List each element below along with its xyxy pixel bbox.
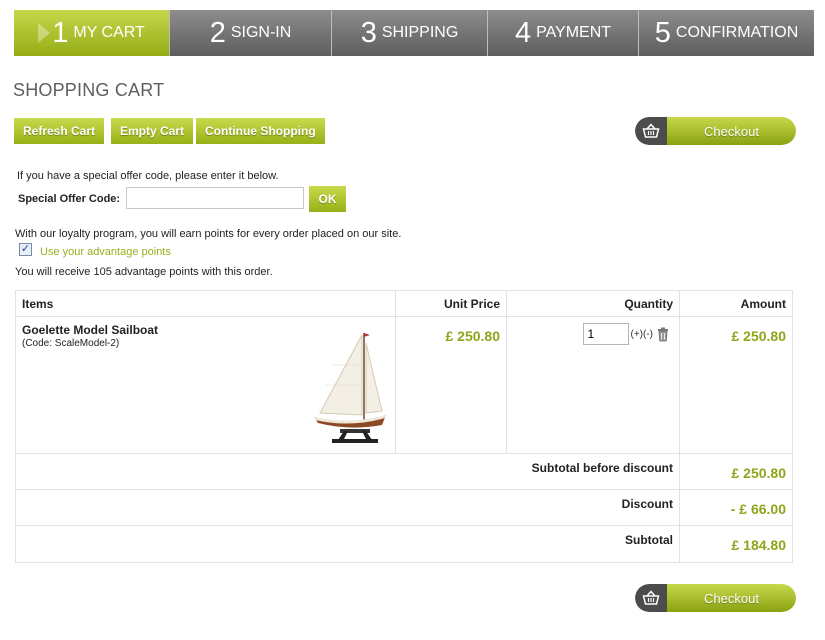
- summary-value: £ 250.80: [731, 465, 787, 481]
- step-number: 1: [52, 16, 69, 49]
- trash-icon[interactable]: [657, 327, 669, 342]
- offer-code-label: Special Offer Code:: [18, 193, 121, 205]
- table-header: Items Unit Price Quantity Amount: [16, 291, 792, 317]
- offer-code-input[interactable]: [126, 187, 304, 209]
- summary-row: Discount - £ 66.00: [16, 490, 792, 526]
- step-sign-in[interactable]: 2 SIGN-IN: [170, 10, 332, 56]
- header-quantity: Quantity: [507, 291, 680, 316]
- points-info: You will receive 105 advantage points wi…: [15, 266, 273, 278]
- checkout-label: Checkout: [667, 117, 796, 145]
- step-label: SHIPPING: [381, 24, 459, 41]
- advantage-points-label[interactable]: Use your advantage points: [40, 246, 171, 258]
- refresh-cart-button[interactable]: Refresh Cart: [14, 118, 105, 144]
- summary-row: Subtotal £ 184.80: [16, 526, 792, 562]
- summary-label: Discount: [16, 490, 680, 525]
- step-confirmation[interactable]: 5 CONFIRMATION: [639, 10, 814, 56]
- continue-shopping-button[interactable]: Continue Shopping: [196, 118, 325, 144]
- step-label: CONFIRMATION: [675, 24, 799, 41]
- arrow-icon: [38, 23, 51, 43]
- step-my-cart[interactable]: 1 MY CART: [14, 10, 170, 56]
- cart-table: Items Unit Price Quantity Amount Goelett…: [15, 290, 793, 563]
- item-cell: Goelette Model Sailboat (Code: ScaleMode…: [16, 317, 396, 453]
- checkout-label: Checkout: [667, 584, 796, 612]
- step-payment[interactable]: 4 PAYMENT: [488, 10, 639, 56]
- header-amount: Amount: [740, 297, 786, 311]
- offer-intro: If you have a special offer code, please…: [17, 170, 279, 182]
- step-label: SIGN-IN: [230, 24, 292, 41]
- header-items: Items: [16, 291, 396, 316]
- step-number: 4: [514, 16, 532, 49]
- step-shipping[interactable]: 3 SHIPPING: [332, 10, 488, 56]
- basket-icon: [635, 584, 667, 612]
- table-row: Goelette Model Sailboat (Code: ScaleMode…: [16, 317, 792, 454]
- summary-row: Subtotal before discount £ 250.80: [16, 454, 792, 490]
- quantity-cell: (+)(-): [507, 317, 680, 453]
- step-number: 2: [209, 16, 226, 49]
- summary-value: £ 184.80: [731, 537, 787, 553]
- loyalty-intro: With our loyalty program, you will earn …: [15, 228, 402, 240]
- page-title: SHOPPING CART: [13, 80, 165, 100]
- step-number: 3: [360, 16, 377, 49]
- unit-price: £ 250.80: [396, 317, 507, 453]
- checkout-button-bottom[interactable]: Checkout: [635, 584, 796, 612]
- step-number: 5: [654, 16, 671, 49]
- checkout-button[interactable]: Checkout: [635, 117, 796, 145]
- item-amount: £ 250.80: [731, 328, 787, 344]
- summary-label: Subtotal before discount: [16, 454, 680, 489]
- basket-icon: [635, 117, 667, 145]
- summary-value: - £ 66.00: [730, 501, 786, 517]
- header-unit-price: Unit Price: [396, 291, 507, 316]
- summary-label: Subtotal: [16, 526, 680, 562]
- quantity-stepper[interactable]: (+)(-): [631, 329, 654, 340]
- offer-ok-button[interactable]: OK: [309, 186, 346, 212]
- checkout-steps: 1 MY CART 2 SIGN-IN 3 SHIPPING 4 PAYMENT…: [14, 10, 814, 56]
- step-label: MY CART: [73, 24, 145, 41]
- sailboat-image[interactable]: [312, 325, 388, 445]
- step-label: PAYMENT: [536, 24, 612, 41]
- quantity-input[interactable]: [582, 323, 629, 345]
- empty-cart-button[interactable]: Empty Cart: [111, 118, 194, 144]
- advantage-points-checkbox[interactable]: ✓: [19, 243, 32, 256]
